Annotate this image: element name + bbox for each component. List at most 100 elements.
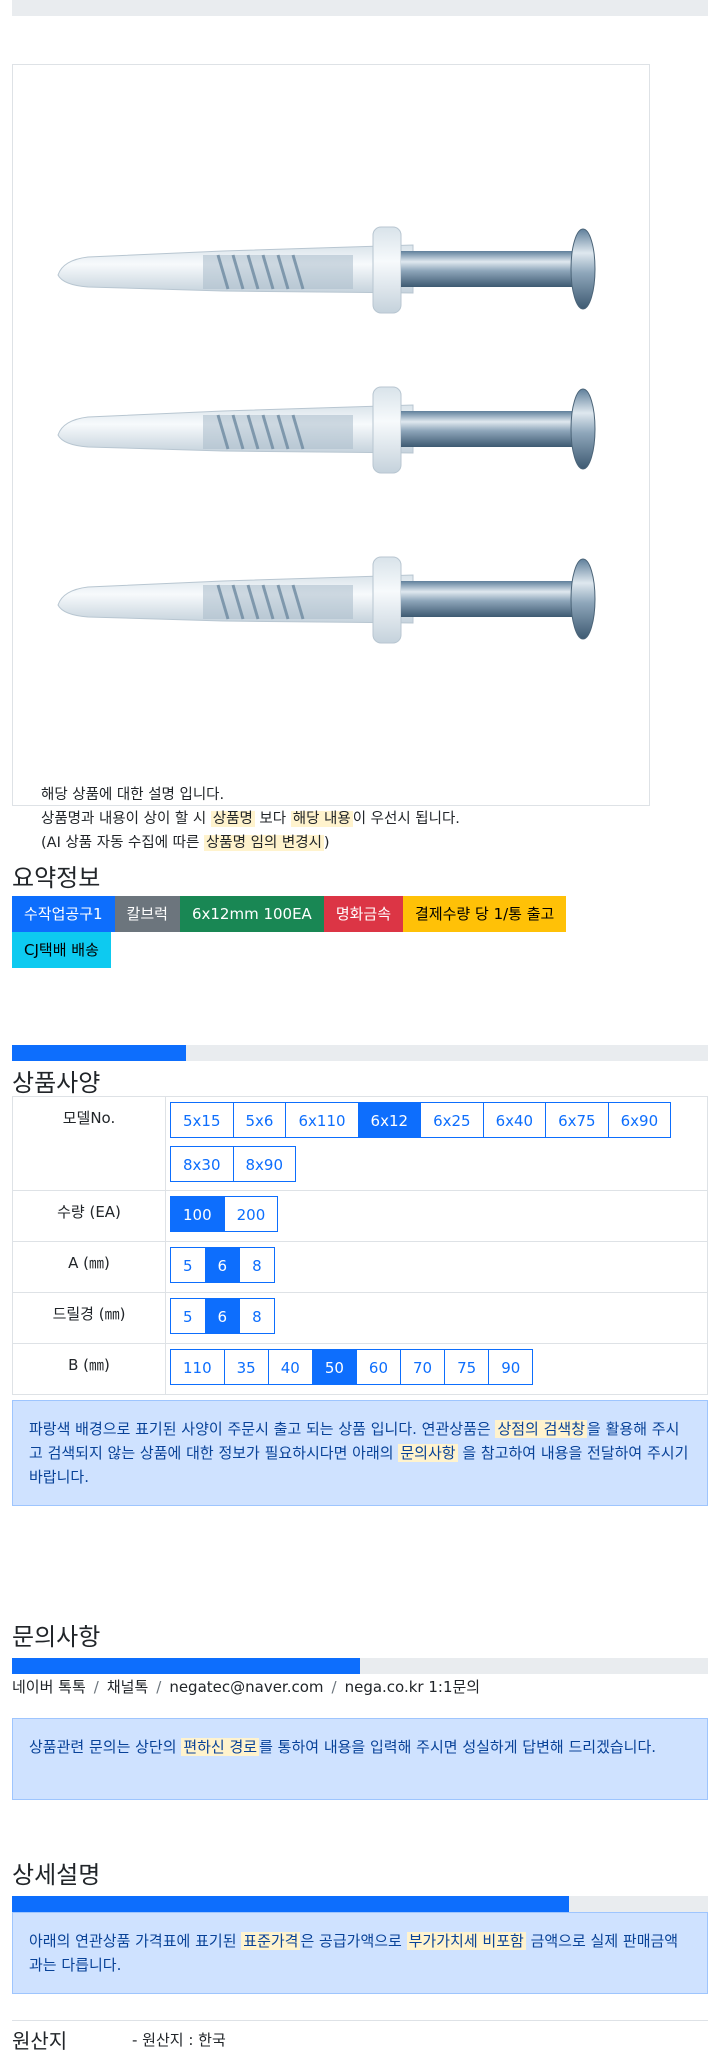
- option-button[interactable]: 110: [170, 1349, 225, 1385]
- option-button[interactable]: 5: [170, 1247, 206, 1283]
- option-group: 110 35 40 50 60 70 75 90: [170, 1348, 701, 1385]
- origin-row: 원산지 - 원산지 : 한국: [12, 2020, 708, 2064]
- option-button[interactable]: 8: [239, 1247, 275, 1283]
- summary-badges: 수작업공구1 칼브럭 6x12mm 100EA 명화금속 결제수량 당 1/통 …: [12, 896, 632, 968]
- product-description: 해당 상품에 대한 설명 입니다. 상품명과 내용이 상이 할 시 상품명 보다…: [41, 783, 460, 855]
- spec-options: 568: [165, 1241, 708, 1293]
- highlight: 상품명: [210, 811, 255, 827]
- top-progress-bar: [12, 0, 708, 16]
- option-button[interactable]: 8x30: [170, 1146, 234, 1182]
- notice-text: 상품관련 문의는 상단의: [29, 1738, 182, 1756]
- notice-text: 파랑색 배경으로 표기된 사양이 주문시 출고 되는 상품 입니다. 연관상품은: [29, 1420, 496, 1438]
- spec-table: 모델No. 5x15 5x6 6x110 6x12 6x25 6x40 6x75 6x90 8x3…: [12, 1096, 708, 1395]
- option-button[interactable]: 40: [267, 1349, 313, 1385]
- option-button[interactable]: 8: [239, 1298, 275, 1334]
- desc-text: 이 우선시 됩니다.: [352, 811, 460, 827]
- badge-shipping-unit: 결제수량 당 1/통 출고: [403, 896, 567, 932]
- option-button[interactable]: 6x110: [285, 1102, 359, 1138]
- product-image-box: 해당 상품에 대한 설명 입니다. 상품명과 내용이 상이 할 시 상품명 보다…: [12, 64, 650, 851]
- spec-options: 568: [165, 1292, 708, 1344]
- contact-website-inquiry[interactable]: nega.co.kr 1:1문의: [345, 1678, 481, 1696]
- desc-text: ): [323, 835, 330, 851]
- spec-row: 수량 (EA) 100 200: [12, 1190, 708, 1242]
- option-button[interactable]: 75: [444, 1349, 490, 1385]
- option-button[interactable]: 35: [223, 1349, 269, 1385]
- spec-row-label: 수량 (EA): [12, 1190, 166, 1242]
- option-group: 100 200: [170, 1195, 701, 1232]
- spec-row: 드릴경 (㎜) 5 6 8: [12, 1292, 708, 1344]
- origin-label: 원산지: [12, 2029, 68, 2053]
- inquiry-progress-fill: [12, 1658, 360, 1674]
- origin-value: - 원산지 : 한국: [132, 2031, 226, 2049]
- option-button[interactable]: 60: [355, 1349, 402, 1385]
- option-button[interactable]: 100: [170, 1196, 225, 1232]
- option-button[interactable]: 5: [170, 1298, 206, 1334]
- option-button[interactable]: 6: [204, 1298, 241, 1334]
- spec-progress-fill: [12, 1045, 186, 1061]
- desc-text: 상품명과 내용이 상이 할 시: [41, 811, 211, 827]
- detail-title: 상세설명: [12, 1861, 101, 1889]
- desc-line-1: 해당 상품에 대한 설명 입니다.: [41, 787, 225, 803]
- option-button[interactable]: 5x15: [170, 1102, 234, 1138]
- highlight: 편하신 경로: [181, 1738, 260, 1756]
- separator: /: [93, 1678, 99, 1696]
- spec-options: 5x15 5x6 6x110 6x12 6x25 6x40 6x75 6x90 8x30 8x90: [165, 1096, 708, 1191]
- summary-title: 요약정보: [12, 864, 101, 892]
- badge-type: 칼브럭: [114, 896, 180, 932]
- option-button[interactable]: 50: [311, 1349, 357, 1385]
- badge-delivery: CJ택배 배송: [12, 932, 111, 968]
- option-button[interactable]: 70: [400, 1349, 446, 1385]
- badge-brand: 명화금속: [323, 896, 404, 932]
- option-button[interactable]: 6: [204, 1247, 241, 1283]
- badge-category: 수작업공구1: [12, 896, 115, 932]
- spec-row-label: A (㎜): [12, 1241, 166, 1293]
- desc-text: (AI 상품 자동 수집에 따른: [41, 835, 204, 851]
- option-button[interactable]: 8x90: [232, 1146, 297, 1182]
- option-group: 5x15 5x6 6x110 6x12 6x25 6x40 6x75 6x90 8x30 8x90: [170, 1101, 701, 1182]
- spec-progress-bar: [12, 1045, 708, 1061]
- spec-row-label: 드릴경 (㎜): [12, 1292, 166, 1344]
- notice-text: 를 통하여 내용을 입력해 주시면 성실하게 답변해 드리겠습니다.: [259, 1738, 657, 1756]
- inquiry-progress-bar: [12, 1658, 708, 1674]
- option-button[interactable]: 200: [223, 1196, 279, 1232]
- option-button[interactable]: 5x6: [232, 1102, 287, 1138]
- highlight: 해당 내용: [290, 811, 353, 827]
- option-button[interactable]: 90: [488, 1349, 534, 1385]
- detail-progress-fill: [12, 1896, 569, 1912]
- contact-list: 네이버 톡톡 / 채널톡 / negatec@naver.com / nega.co.kr …: [12, 1676, 480, 1697]
- highlight: 표준가격: [241, 1932, 301, 1950]
- contact-naver-talk[interactable]: 네이버 톡톡: [12, 1678, 86, 1696]
- product-image: [56, 226, 597, 645]
- spec-options: 110 35 40 50 60 70 75 90: [165, 1343, 708, 1395]
- option-button[interactable]: 6x75: [545, 1102, 609, 1138]
- spec-options: 100 200: [165, 1190, 708, 1242]
- option-button[interactable]: 6x25: [420, 1102, 484, 1138]
- spec-row: B (㎜) 110 35 40 50 60 70 75 90: [12, 1343, 708, 1395]
- highlight: 문의사항: [398, 1444, 458, 1462]
- option-group: 568: [170, 1246, 701, 1283]
- separator: /: [331, 1678, 337, 1696]
- notice-text: 아래의 연관상품 가격표에 표기된: [29, 1932, 242, 1950]
- desc-line-2: 상품명과 내용이 상이 할 시 상품명 보다 해당 내용 이 우선시 됩니다.: [41, 807, 460, 831]
- option-button[interactable]: 6x40: [482, 1102, 547, 1138]
- inquiry-notice: 상품관련 문의는 상단의 편하신 경로 를 통하여 내용을 입력해 주시면 성실하…: [12, 1718, 708, 1800]
- desc-text: 보다: [254, 811, 291, 827]
- highlight: 부가가치세 비포함: [406, 1932, 526, 1950]
- contact-email[interactable]: negatec@naver.com: [169, 1678, 323, 1696]
- spec-title: 상품사양: [12, 1069, 101, 1097]
- option-button[interactable]: 6x90: [607, 1102, 672, 1138]
- notice-text: 은 공급가액으로: [300, 1932, 407, 1950]
- highlight: 상품명 임의 변경시: [203, 835, 324, 851]
- inquiry-title: 문의사항: [12, 1623, 101, 1651]
- desc-line-3: (AI 상품 자동 수집에 따른 상품명 임의 변경시): [41, 831, 460, 855]
- badge-size: 6x12mm 100EA: [179, 896, 324, 932]
- separator: /: [156, 1678, 162, 1696]
- spec-row: 모델No. 5x15 5x6 6x110 6x12 6x25 6x40 6x75 6x90 8x3…: [12, 1096, 708, 1191]
- spec-notice: 파랑색 배경으로 표기된 사양이 주문시 출고 되는 상품 입니다. 연관상품은…: [12, 1400, 708, 1506]
- spec-row-label: B (㎜): [12, 1343, 166, 1395]
- detail-progress-bar: [12, 1896, 708, 1912]
- contact-channel-talk[interactable]: 채널톡: [107, 1678, 148, 1696]
- option-group: 568: [170, 1297, 701, 1334]
- option-button[interactable]: 6x12: [357, 1102, 422, 1138]
- spec-row-label: 모델No.: [12, 1096, 166, 1191]
